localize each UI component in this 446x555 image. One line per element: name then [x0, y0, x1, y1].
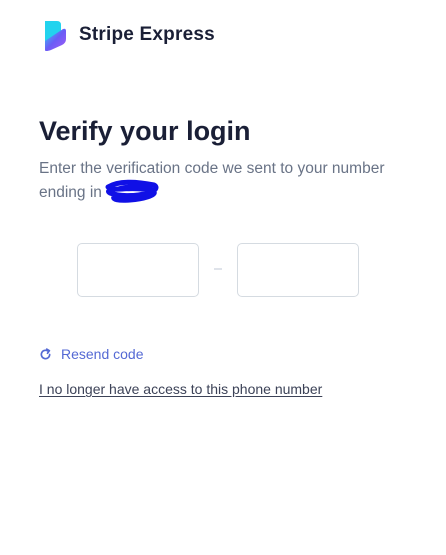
code-separator — [214, 268, 222, 270]
verification-instructions: Enter the verification code we sent to y… — [39, 160, 385, 201]
resend-code-button[interactable]: Resend code — [39, 346, 144, 362]
refresh-icon — [40, 347, 51, 359]
verification-code-group-1 — [77, 243, 199, 297]
no-phone-access-link[interactable]: I no longer have access to this phone nu… — [39, 381, 322, 397]
brand-name: Stripe Express — [79, 24, 215, 45]
brand-header: Stripe Express — [43, 18, 215, 52]
stripe-express-logo-icon — [45, 20, 66, 51]
code-digit-1[interactable] — [78, 244, 198, 296]
code-digit-4[interactable] — [238, 244, 358, 296]
page-title: Verify your login — [39, 116, 251, 146]
redaction-scribble — [105, 179, 159, 203]
resend-code-label: Resend code — [61, 346, 144, 362]
verification-code-group-2 — [237, 243, 359, 297]
